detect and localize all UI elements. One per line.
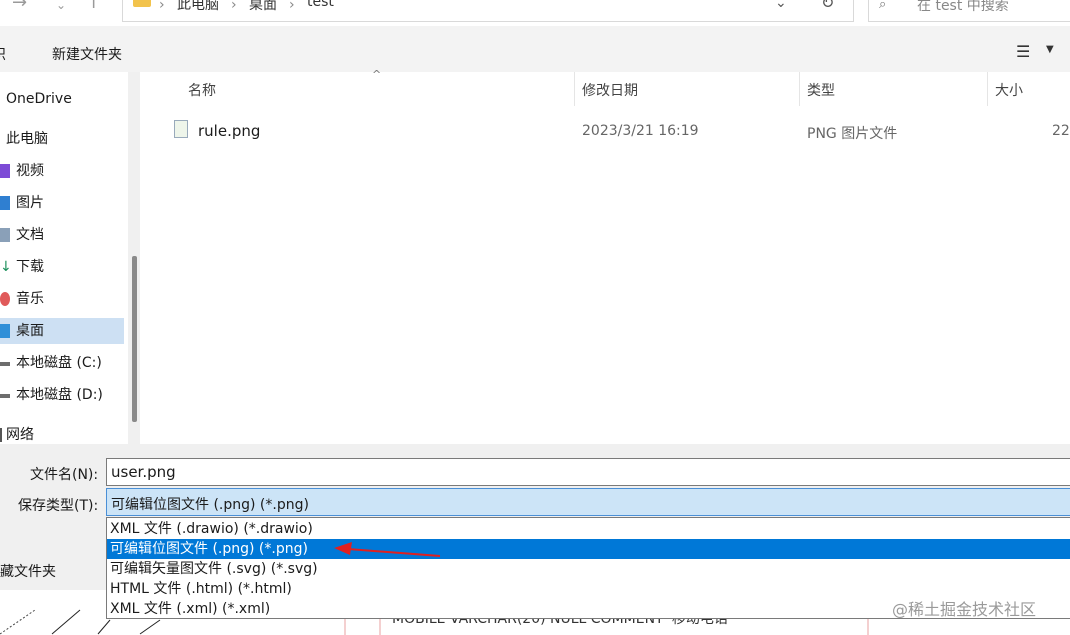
annotation-arrow	[334, 542, 441, 557]
sidebar-item-documents[interactable]: 文档	[0, 222, 124, 248]
address-dropdown-icon[interactable]: ⌄	[775, 0, 787, 11]
breadcrumb-this-pc[interactable]: 此电脑	[177, 0, 219, 14]
breadcrumb-separator-icon: ›	[231, 0, 237, 13]
sidebar-item-pictures[interactable]: 图片	[0, 190, 124, 216]
filetype-value: 可编辑位图文件 (.png) (*.png)	[111, 497, 309, 513]
column-divider[interactable]	[799, 72, 800, 106]
sidebar-item-videos[interactable]: 视频	[0, 158, 124, 184]
download-icon: ↓	[0, 259, 12, 275]
filetype-select[interactable]: 可编辑位图文件 (.png) (*.png)	[106, 488, 1070, 516]
filename-label: 文件名(N):	[30, 467, 99, 483]
sidebar-item-label: 桌面	[16, 323, 44, 339]
address-bar-row: → ⌄ ↑ › 此电脑 › 桌面 › test ⌄ ↻ ⌕ 在 test 中搜索	[0, 0, 1070, 26]
filetype-option-highlighted[interactable]: 可编辑位图文件 (.png) (*.png)	[107, 539, 1070, 559]
png-file-icon	[174, 120, 188, 138]
breadcrumb-desktop[interactable]: 桌面	[249, 0, 277, 14]
desktop-icon	[0, 324, 10, 338]
file-type: PNG 图片文件	[807, 126, 898, 142]
filetype-option[interactable]: XML 文件 (.drawio) (*.drawio)	[107, 519, 1070, 539]
sidebar-scrollbar-thumb[interactable]	[132, 256, 137, 422]
sidebar-item-this-pc[interactable]: 此电脑	[0, 126, 124, 152]
column-header-type[interactable]: 类型	[807, 80, 835, 100]
column-header-name[interactable]: 名称	[188, 80, 216, 100]
watermark: @稀土掘金技术社区	[892, 600, 1037, 619]
file-date: 2023/3/21 16:19	[582, 123, 699, 139]
sidebar-item-label: 文档	[16, 227, 44, 243]
new-folder-button[interactable]: 新建文件夹	[52, 44, 122, 64]
sidebar-item-label: 图片	[16, 195, 44, 211]
address-field[interactable]: › 此电脑 › 桌面 › test ⌄ ↻	[122, 0, 854, 22]
drive-icon	[0, 362, 10, 366]
file-list: ^ 名称 修改日期 类型 大小 rule.png 2023/3/21 16:19…	[148, 68, 1070, 444]
breadcrumb-separator-icon: ›	[159, 0, 165, 13]
video-icon	[0, 164, 10, 178]
breadcrumb-separator-icon: ›	[289, 0, 295, 13]
drive-icon	[0, 394, 10, 398]
sidebar-item-music[interactable]: 音乐	[0, 286, 124, 312]
forward-icon[interactable]: →	[12, 0, 27, 12]
refresh-icon[interactable]: ↻	[821, 0, 834, 12]
sidebar-item-drive-c[interactable]: 本地磁盘 (C:)	[0, 350, 124, 376]
navigation-pane: OneDrive 此电脑 视频 图片 文档 ↓ 下载 音乐 桌面 本地磁盘 (C…	[0, 72, 138, 444]
breadcrumb-test[interactable]: test	[307, 0, 334, 10]
column-header-date[interactable]: 修改日期	[582, 80, 638, 100]
toolbar: 织 新建文件夹 ☰ ▼	[0, 26, 1070, 72]
column-divider[interactable]	[574, 72, 575, 106]
organize-menu[interactable]: 织	[0, 44, 6, 64]
sidebar-item-label: 本地磁盘 (C:)	[16, 355, 102, 371]
view-dropdown-icon[interactable]: ▼	[1046, 44, 1054, 55]
network-icon	[0, 428, 2, 442]
sidebar-item-label: 音乐	[16, 291, 44, 307]
view-options-icon[interactable]: ☰	[1016, 42, 1030, 61]
file-name: rule.png	[198, 122, 261, 140]
search-placeholder: 在 test 中搜索	[917, 0, 1009, 14]
search-field[interactable]: ⌕ 在 test 中搜索	[868, 0, 1070, 22]
up-icon[interactable]: ↑	[86, 0, 101, 12]
filename-value: user.png	[111, 463, 176, 481]
music-icon	[0, 292, 10, 306]
sidebar-item-label: 此电脑	[6, 131, 48, 147]
file-size: 22	[1052, 123, 1070, 139]
column-divider[interactable]	[987, 72, 988, 106]
filetype-option[interactable]: 可编辑矢量图文件 (.svg) (*.svg)	[107, 559, 1070, 579]
sidebar-item-desktop[interactable]: 桌面	[0, 318, 124, 344]
sidebar-item-label: 本地磁盘 (D:)	[16, 387, 103, 403]
filename-input[interactable]: user.png	[106, 458, 1070, 486]
document-icon	[0, 228, 10, 242]
sidebar-item-onedrive[interactable]: OneDrive	[0, 86, 124, 112]
sidebar-item-label: OneDrive	[6, 91, 72, 107]
folder-icon	[133, 0, 151, 7]
file-row[interactable]: rule.png 2023/3/21 16:19 PNG 图片文件 22	[148, 116, 1070, 146]
filetype-label: 保存类型(T):	[18, 498, 99, 514]
picture-icon	[0, 196, 10, 210]
sidebar-item-label: 下载	[16, 259, 44, 275]
sort-ascending-icon: ^	[372, 68, 382, 81]
sidebar-item-drive-d[interactable]: 本地磁盘 (D:)	[0, 382, 124, 408]
search-icon: ⌕	[879, 0, 887, 12]
hide-folders-toggle[interactable]: 藏文件夹	[0, 561, 56, 581]
chevron-down-icon[interactable]: ⌄	[56, 0, 66, 14]
column-header-size[interactable]: 大小	[995, 80, 1023, 100]
sidebar-item-downloads[interactable]: ↓ 下载	[0, 254, 124, 280]
sidebar-item-label: 视频	[16, 163, 44, 179]
